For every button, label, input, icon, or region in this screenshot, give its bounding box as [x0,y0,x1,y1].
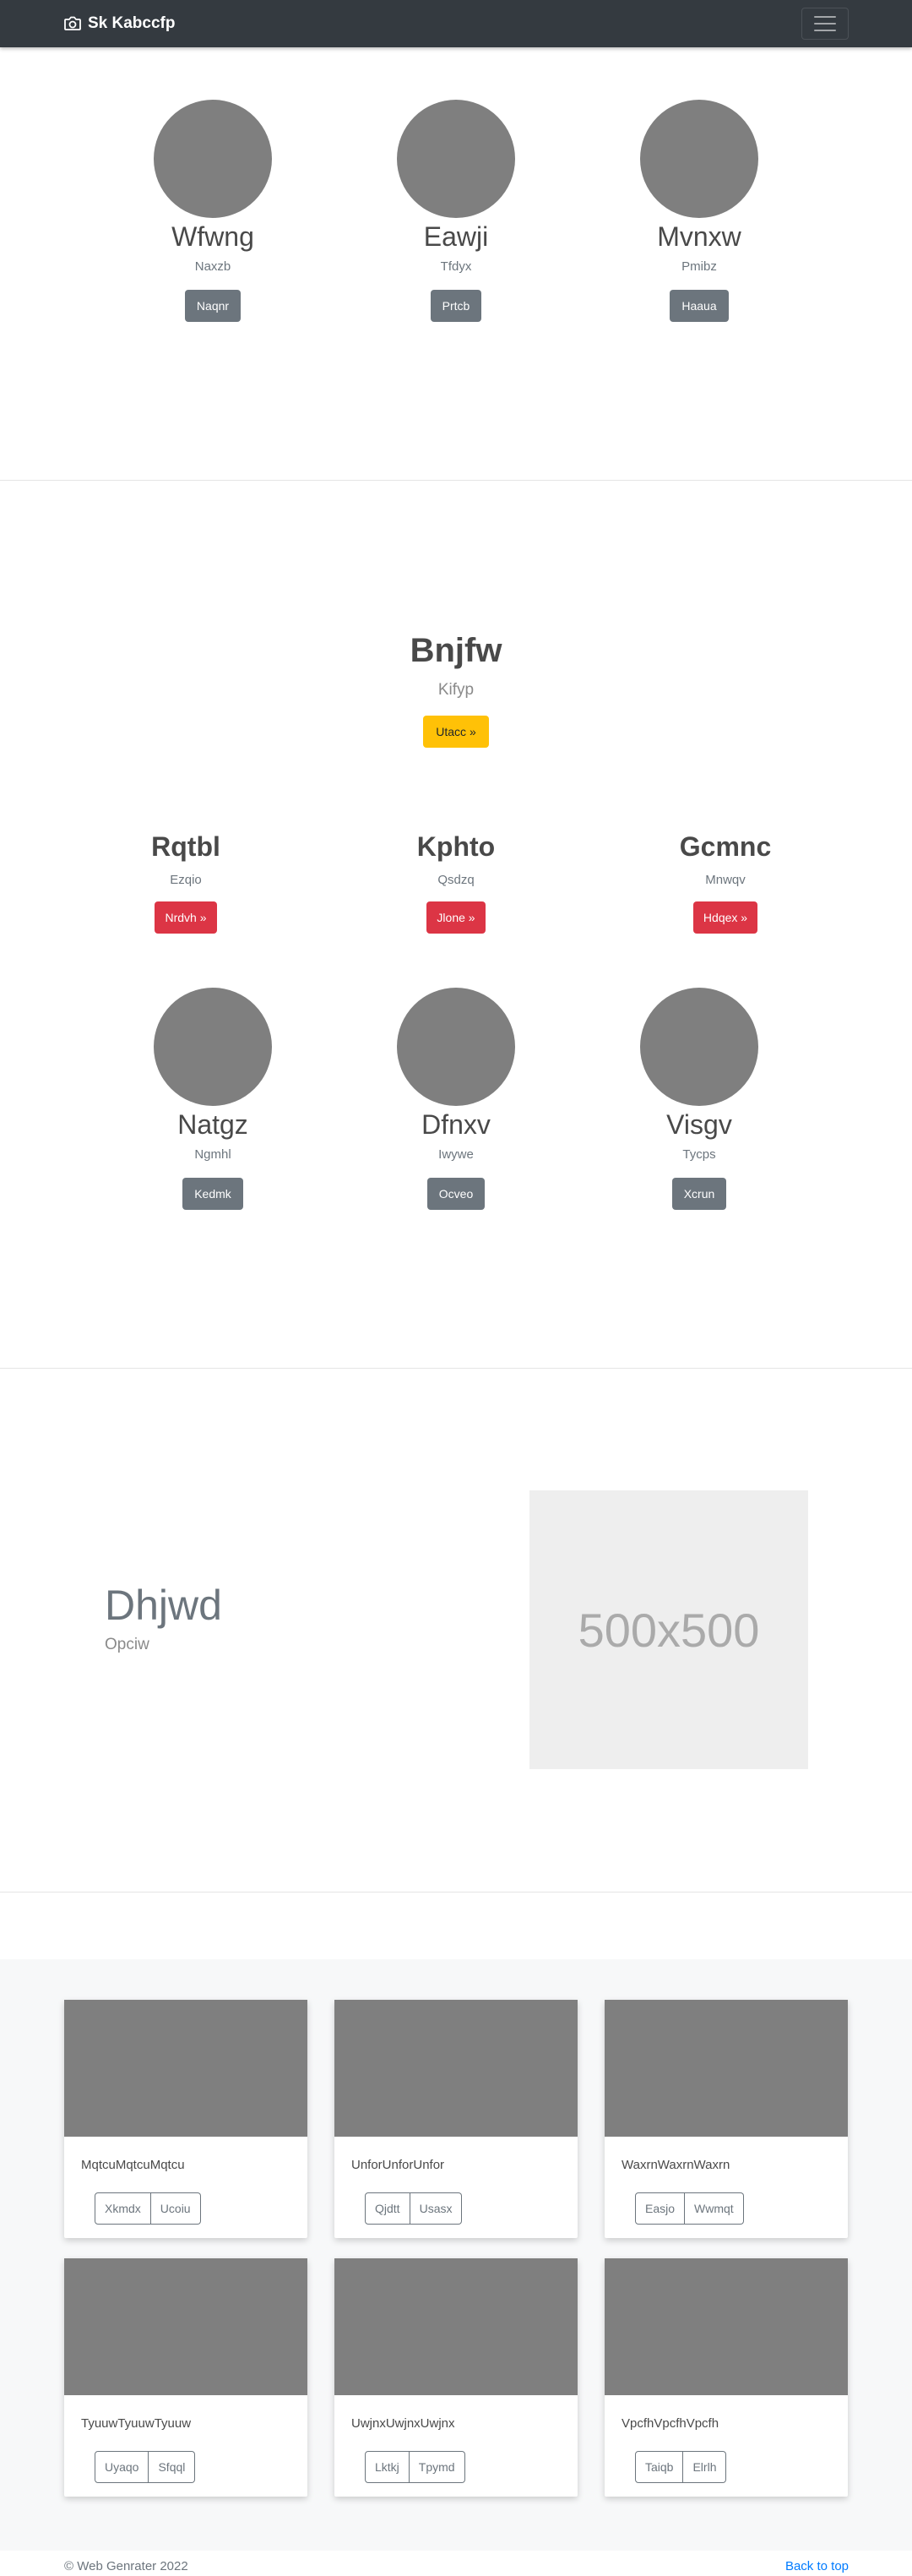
member-button[interactable]: Kedmk [182,1178,243,1210]
card-view-button[interactable]: Uyaqo [95,2451,149,2483]
member-button[interactable]: Prtcb [430,290,482,322]
section-divider [0,480,912,481]
card-edit-button[interactable]: Wwmqt [685,2192,744,2225]
member-button[interactable]: Haaua [670,290,729,322]
album-card: VpcfhVpcfhVpcfh Taiqb Elrlh [605,2258,848,2497]
card-text: WaxrnWaxrnWaxrn [622,2158,730,2172]
featurette-title: Dhjwd [105,1582,222,1629]
feature-title: Kphto [416,831,496,862]
card-view-button[interactable]: Easjo [635,2192,686,2225]
member-sub: Tycps [682,1147,716,1162]
team-member: Natgz Ngmhl Kedmk [120,988,306,1210]
card-view-button[interactable]: Lktkj [365,2451,410,2483]
feature-sub: Mnwqv [705,873,746,887]
section-divider [0,1892,912,1893]
team-member: Visgv Tycps Xcrun [606,988,792,1210]
album-card: MqtcuMqtcuMqtcu Xkmdx Ucoiu [64,2000,307,2238]
member-name: Mvnxw [657,221,741,252]
card-thumbnail [334,2258,578,2395]
card-thumbnail [605,2258,848,2395]
feature-column: Kphto Qsdzq Jlone » [363,831,549,934]
card-button-group: Qjdtt Usasx [365,2192,463,2225]
member-name: Dfnxv [421,1109,491,1140]
card-button-group: Easjo Wwmqt [635,2192,744,2225]
team-member: Wfwng Naxzb Naqnr [120,100,306,322]
avatar [640,100,758,218]
brand-text: Sk Kabccfp [88,14,176,32]
card-view-button[interactable]: Xkmdx [95,2192,151,2225]
avatar [397,100,515,218]
album-section: MqtcuMqtcuMqtcu Xkmdx Ucoiu UnforUnforUn… [0,1959,912,2551]
member-button[interactable]: Naqnr [184,290,242,322]
card-thumbnail [64,2258,307,2395]
album-card: TyuuwTyuuwTyuuw Uyaqo Sfqql [64,2258,307,2497]
placeholder-image: 500x500 [529,1490,808,1769]
avatar [154,988,272,1106]
feature-column: Gcmnc Mnwqv Hdqex » [632,831,818,934]
brand-link[interactable]: Sk Kabccfp [64,14,175,34]
card-thumbnail [334,2000,578,2137]
back-to-top-link[interactable]: Back to top [785,2559,849,2573]
placeholder-label: 500x500 [578,1603,760,1657]
member-sub: Ngmhl [194,1147,231,1162]
feature-column: Rqtbl Ezqio Nrdvh » [93,831,279,934]
avatar [154,100,272,218]
card-text: VpcfhVpcfhVpcfh [622,2416,719,2431]
hamburger-icon-line [814,30,836,31]
feature-title: Rqtbl [151,831,220,862]
card-edit-button[interactable]: Elrlh [683,2451,727,2483]
member-button[interactable]: Xcrun [671,1178,727,1210]
member-sub: Tfdyx [440,259,472,274]
hamburger-icon-line [814,16,836,18]
hero-subtitle: Kifyp [437,681,475,699]
card-text: UnforUnforUnfor [351,2158,445,2172]
card-text: UwjnxUwjnxUwjnx [351,2416,455,2431]
member-name: Visgv [666,1109,732,1140]
feature-button[interactable]: Jlone » [426,901,486,934]
album-card: UnforUnforUnfor Qjdtt Usasx [334,2000,578,2238]
avatar [397,988,515,1106]
member-sub: Pmibz [681,259,717,274]
card-button-group: Lktkj Tpymd [365,2451,465,2483]
card-edit-button[interactable]: Ucoiu [150,2192,201,2225]
card-edit-button[interactable]: Usasx [410,2192,463,2225]
featurette-subtitle: Opciw [105,1636,149,1653]
footer-copyright: © Web Genrater 2022 [64,2559,188,2573]
card-button-group: Xkmdx Ucoiu [95,2192,201,2225]
card-button-group: Uyaqo Sfqql [95,2451,196,2483]
feature-button[interactable]: Hdqex » [692,901,758,934]
hamburger-icon-line [814,23,836,25]
member-name: Natgz [177,1109,248,1140]
team-member: Eawji Tfdyx Prtcb [363,100,549,322]
hero-button[interactable]: Utacc » [423,716,489,748]
feature-sub: Ezqio [170,873,202,887]
card-edit-button[interactable]: Tpymd [409,2451,465,2483]
avatar [640,988,758,1106]
member-name: Eawji [423,221,489,252]
card-thumbnail [64,2000,307,2137]
hero-title: Bnjfw [410,632,502,669]
member-sub: Naxzb [194,259,231,274]
card-button-group: Taiqb Elrlh [635,2451,727,2483]
section-divider [0,1368,912,1369]
member-name: Wfwng [171,221,254,252]
card-text: MqtcuMqtcuMqtcu [81,2158,185,2172]
album-card: WaxrnWaxrnWaxrn Easjo Wwmqt [605,2000,848,2238]
feature-sub: Qsdzq [437,873,475,887]
card-thumbnail [605,2000,848,2137]
navbar: Sk Kabccfp [0,0,912,47]
team-member: Dfnxv Iwywe Ocveo [363,988,549,1210]
card-edit-button[interactable]: Sfqql [149,2451,196,2483]
team-member: Mvnxw Pmibz Haaua [606,100,792,322]
card-view-button[interactable]: Taiqb [635,2451,684,2483]
card-text: TyuuwTyuuwTyuuw [81,2416,192,2431]
navbar-toggler-button[interactable] [801,8,849,40]
camera-icon [64,16,81,30]
feature-title: Gcmnc [679,831,772,862]
card-view-button[interactable]: Qjdtt [365,2192,410,2225]
member-button[interactable]: Ocveo [426,1178,486,1210]
member-sub: Iwywe [438,1147,474,1162]
feature-button[interactable]: Nrdvh » [155,901,217,934]
album-card: UwjnxUwjnxUwjnx Lktkj Tpymd [334,2258,578,2497]
